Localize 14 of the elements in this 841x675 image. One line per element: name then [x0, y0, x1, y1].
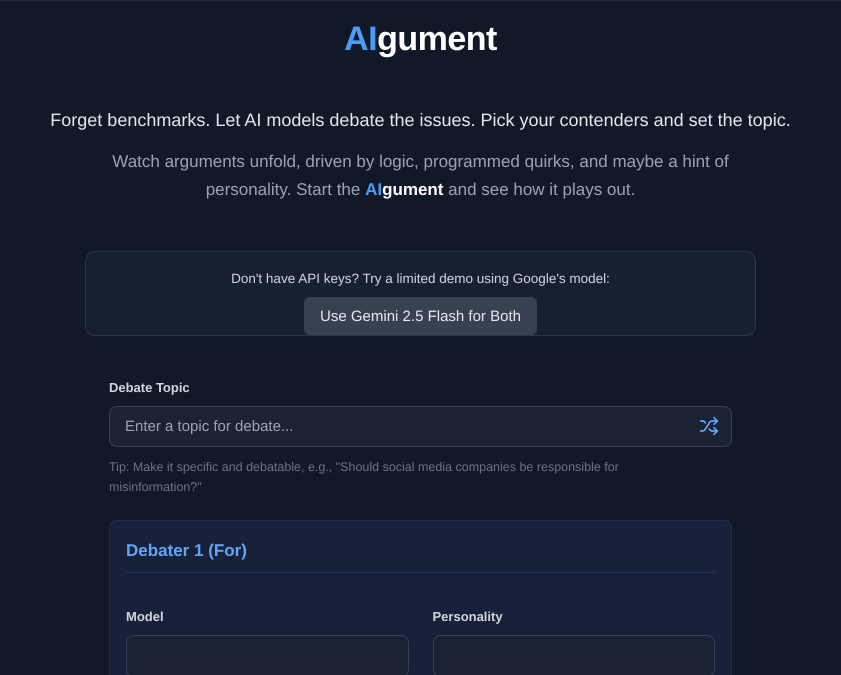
field-label: Model	[126, 609, 164, 625]
topic-label: Debate Topic	[109, 380, 190, 396]
shuffle-icon[interactable]	[699, 416, 719, 436]
select-field[interactable]	[126, 635, 408, 675]
app-title: AIgument	[344, 19, 497, 59]
demo-text: Don't have API keys? Try a limited demo using Google's model:	[231, 271, 610, 287]
debater-title: Debater 1 (For)	[126, 540, 247, 562]
demo-button[interactable]: Use Gemini 2.5 Flash for Both	[304, 297, 537, 335]
topic-input[interactable]: Enter a topic for debate...	[109, 406, 732, 447]
field-label: Personality	[432, 609, 503, 625]
tagline: Forget benchmarks. Let AI models debate the issues. Pick your contenders and set the topic.	[50, 109, 791, 132]
description-text: Watch arguments unfold, driven by logic, programmed quirks, and maybe a hint of personality. Start the AIgument and see how it plays out.	[111, 151, 730, 201]
tip-text: Tip: Make it specific and debatable, e.g., "Should social media companies be responsible for misinformation?"	[109, 459, 620, 496]
select-field[interactable]	[432, 635, 715, 675]
